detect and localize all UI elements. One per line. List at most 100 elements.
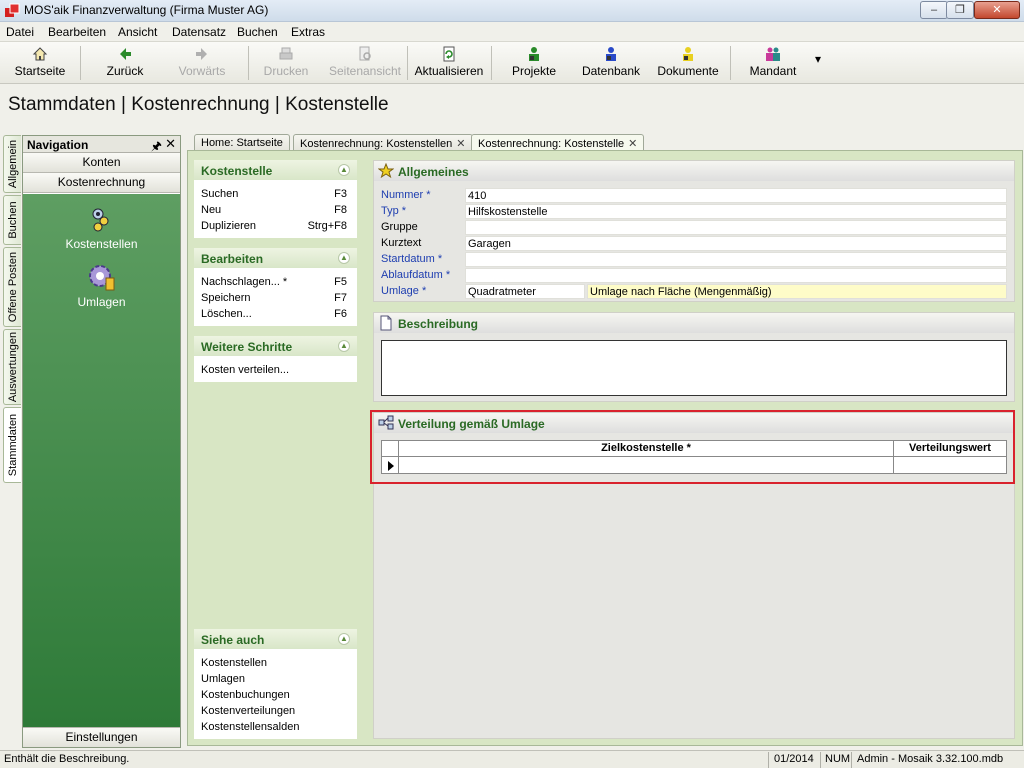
nav-entry-umlagen[interactable]: Umlagen — [23, 262, 180, 309]
close-navigation-icon[interactable]: ✕ — [165, 136, 176, 152]
task-panel-title: Kostenstelle — [201, 164, 273, 178]
section-title: Beschreibung — [398, 317, 479, 331]
link-umlagen[interactable]: Umlagen — [194, 671, 357, 687]
umlage-input[interactable]: Quadratmeter — [465, 284, 585, 299]
task-loeschen[interactable]: Löschen... F6 — [194, 306, 357, 322]
shortcut-key: Strg+F8 — [307, 220, 347, 232]
tab-stammdaten-label: Stammdaten — [6, 413, 19, 477]
close-tab-icon[interactable]: ✕ — [628, 138, 637, 150]
projects-icon — [529, 47, 539, 61]
field-gruppe: Gruppe — [381, 220, 1007, 235]
database-button[interactable]: Datenbank — [578, 44, 644, 82]
shortcut-key: F5 — [334, 276, 347, 288]
task-suchen[interactable]: Suchen F3 — [194, 186, 357, 202]
menu-bearbeiten[interactable]: Bearbeiten — [48, 25, 106, 39]
nav-group-kostenrechnung[interactable]: Kostenrechnung — [23, 173, 180, 193]
section-header: Verteilung gemäß Umlage — [374, 413, 1014, 433]
shortcut-key: F7 — [334, 292, 347, 304]
column-header-verteilungswert[interactable]: Verteilungswert — [894, 442, 1006, 454]
arrow-left-icon — [120, 48, 131, 60]
tab-stammdaten[interactable]: Stammdaten — [3, 407, 21, 483]
gruppe-input[interactable] — [465, 220, 1007, 235]
task-nachschlagen[interactable]: Nachschlagen... * F5 — [194, 274, 357, 290]
page-view-label: Seitenansicht — [328, 64, 402, 78]
task-kosten-verteilen[interactable]: Kosten verteilen... — [194, 362, 357, 378]
link-kostenstellen[interactable]: Kostenstellen — [194, 655, 357, 671]
task-panel-header: Weitere Schritte ▲ — [194, 336, 357, 356]
collapse-icon[interactable]: ▲ — [338, 164, 350, 176]
forward-label: Vorwärts — [178, 64, 226, 78]
kurztext-input[interactable]: Garagen — [465, 236, 1007, 251]
startdatum-input[interactable] — [465, 252, 1007, 267]
task-duplizieren[interactable]: Duplizieren Strg+F8 — [194, 218, 357, 234]
task-panel-siehe-auch: Siehe auch ▲ Kostenstellen Umlagen Kosten… — [194, 629, 357, 739]
projects-button[interactable]: Projekte — [504, 44, 564, 82]
tab-kostenstelle-label: Kostenrechnung: Kostenstelle — [478, 138, 625, 150]
documents-button[interactable]: Dokumente — [654, 44, 722, 82]
minimize-button[interactable]: – — [920, 1, 948, 19]
field-nummer: Nummer * 410 — [381, 188, 1007, 203]
status-user: Admin - Mosaik 3.32.100.mdb — [857, 753, 1004, 765]
link-label: Kostenstellensalden — [201, 721, 300, 733]
task-label: Kosten verteilen... — [201, 364, 290, 376]
back-label: Zurück — [106, 64, 144, 78]
tab-offene-posten[interactable]: Offene Posten — [3, 247, 21, 327]
document-icon — [380, 315, 392, 331]
nav-entry-kostenstellen[interactable]: Kostenstellen — [23, 204, 180, 251]
task-neu[interactable]: Neu F8 — [194, 202, 357, 218]
typ-input[interactable]: Hilfskostenstelle — [465, 204, 1007, 219]
page-view-button[interactable]: Seitenansicht — [326, 44, 404, 82]
tab-buchen-label: Buchen — [6, 201, 19, 239]
tab-home-startseite[interactable]: Home: Startseite — [194, 134, 290, 151]
collapse-icon[interactable]: ▲ — [338, 340, 350, 352]
beschreibung-textarea[interactable] — [381, 340, 1007, 396]
status-bar: Enthält die Beschreibung. 01/2014 NUM Ad… — [0, 750, 1024, 768]
close-button[interactable]: ✕ — [974, 1, 1020, 19]
menu-datensatz[interactable]: Datensatz — [172, 25, 226, 39]
menu-datei[interactable]: Datei — [6, 25, 34, 39]
link-kostenverteilungen[interactable]: Kostenverteilungen — [194, 703, 357, 719]
menu-buchen[interactable]: Buchen — [237, 25, 278, 39]
tab-auswertungen[interactable]: Auswertungen — [3, 329, 21, 405]
task-panel-title: Bearbeiten — [201, 252, 264, 266]
menu-ansicht[interactable]: Ansicht — [118, 25, 157, 39]
task-label: Neu — [201, 204, 222, 216]
tab-buchen[interactable]: Buchen — [3, 195, 21, 245]
section-beschreibung: Beschreibung — [373, 312, 1015, 402]
tab-allgemein[interactable]: Allgemein — [3, 135, 21, 193]
startseite-button[interactable]: Startseite — [10, 44, 70, 82]
ablaufdatum-input[interactable] — [465, 268, 1007, 283]
umlagen-gear-icon — [88, 265, 114, 291]
nav-einstellungen[interactable]: Einstellungen — [23, 727, 180, 747]
refresh-icon — [443, 46, 455, 62]
pin-icon[interactable]: 🖈 — [151, 137, 162, 158]
tab-kostenstellen-list[interactable]: Kostenrechnung: Kostenstellen ✕ — [293, 134, 473, 151]
mandant-button[interactable]: Mandant — [742, 44, 804, 82]
field-label: Ablaufdatum * — [381, 269, 451, 281]
link-kostenstellensalden[interactable]: Kostenstellensalden — [194, 719, 357, 735]
mandant-icon — [766, 47, 780, 61]
column-header-zielkostenstelle[interactable]: Zielkostenstelle * — [399, 442, 893, 454]
toolbar-more-dropdown[interactable]: ▾ — [810, 52, 826, 90]
forward-button[interactable]: Vorwärts — [172, 44, 232, 82]
link-kostenbuchungen[interactable]: Kostenbuchungen — [194, 687, 357, 703]
close-tab-icon[interactable]: ✕ — [456, 138, 465, 150]
table-row[interactable] — [382, 457, 1006, 473]
collapse-icon[interactable]: ▲ — [338, 633, 350, 645]
mandant-label: Mandant — [749, 64, 797, 78]
back-button[interactable]: Zurück — [100, 44, 150, 82]
link-label: Kostenbuchungen — [201, 689, 290, 701]
documents-icon — [683, 47, 693, 61]
navigation-body: Kostenstellen Umlagen — [23, 194, 180, 727]
print-button[interactable]: Drucken — [258, 44, 314, 82]
tab-kostenstelle-detail[interactable]: Kostenrechnung: Kostenstelle ✕ — [471, 134, 645, 151]
restore-button[interactable]: ❐ — [946, 1, 974, 19]
toolbar-separator — [248, 46, 249, 80]
status-num: NUM — [825, 753, 851, 765]
menu-extras[interactable]: Extras — [291, 25, 325, 39]
refresh-button[interactable]: Aktualisieren — [412, 44, 486, 82]
nummer-input[interactable]: 410 — [465, 188, 1007, 203]
status-period: 01/2014 — [774, 753, 814, 765]
collapse-icon[interactable]: ▲ — [338, 252, 350, 264]
task-speichern[interactable]: Speichern F7 — [194, 290, 357, 306]
